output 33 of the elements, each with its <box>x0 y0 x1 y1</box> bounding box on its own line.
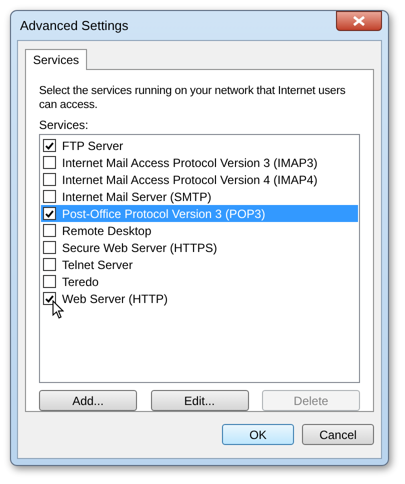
checkbox[interactable] <box>43 207 56 220</box>
list-label: Services: <box>39 118 90 132</box>
close-icon <box>353 16 365 26</box>
checkbox[interactable] <box>43 292 56 305</box>
service-item[interactable]: FTP Server <box>41 137 358 154</box>
checkbox[interactable] <box>43 241 56 254</box>
service-item[interactable]: Remote Desktop <box>41 222 358 239</box>
check-icon <box>45 142 54 150</box>
checkbox[interactable] <box>43 156 56 169</box>
description-text: Select the services running on your network that Internet users can access. <box>39 84 346 112</box>
list-button[interactable]: Edit... <box>150 390 248 411</box>
mouse-cursor-icon <box>52 300 64 319</box>
dialog-button[interactable]: Cancel <box>302 424 374 445</box>
dialog-button[interactable]: OK <box>222 424 294 445</box>
service-item[interactable]: Internet Mail Server (SMTP) <box>41 188 358 205</box>
check-icon <box>45 210 54 218</box>
checkbox[interactable] <box>43 190 56 203</box>
service-item[interactable]: Secure Web Server (HTTPS) <box>41 239 358 256</box>
checkbox[interactable] <box>43 224 56 237</box>
checkbox[interactable] <box>43 258 56 271</box>
service-item[interactable]: Teredo <box>41 273 358 290</box>
list-button[interactable]: Add... <box>39 390 137 411</box>
service-item[interactable]: Telnet Server <box>41 256 358 273</box>
service-item[interactable]: Web Server (HTTP) <box>41 290 358 307</box>
tab[interactable]: Services <box>25 49 88 70</box>
checkbox[interactable] <box>43 139 56 152</box>
checkbox[interactable] <box>43 275 56 288</box>
checkbox[interactable] <box>43 173 56 186</box>
close-button[interactable] <box>336 11 382 31</box>
window-title: Advanced Settings <box>19 17 128 36</box>
check-icon <box>45 294 54 302</box>
service-item[interactable]: Internet Mail Access Protocol Version 3 (IMAP3) <box>41 154 358 171</box>
service-item[interactable]: Internet Mail Access Protocol Version 4 (IMAP4) <box>41 171 358 188</box>
